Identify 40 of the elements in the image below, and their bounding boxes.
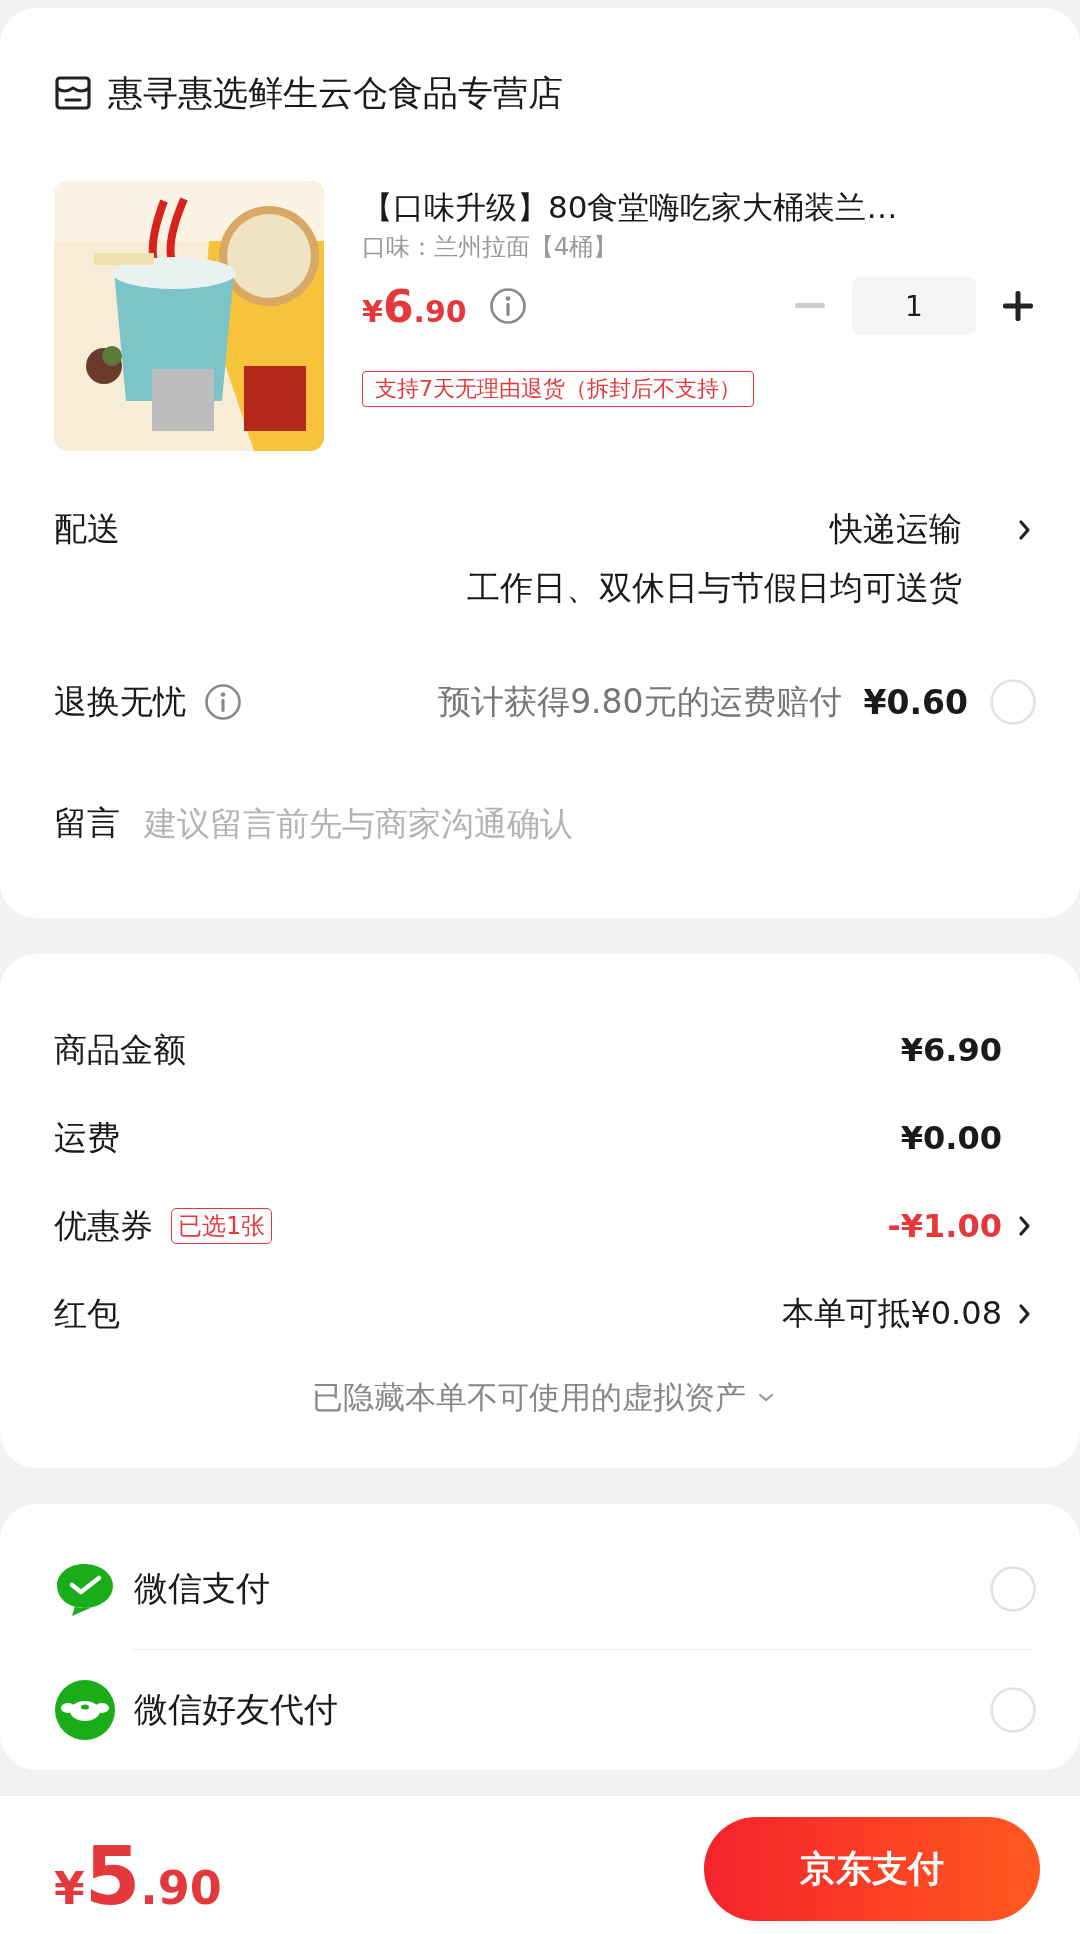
- summary-label: 商品金额: [54, 1028, 186, 1071]
- radio-button[interactable]: [990, 679, 1036, 725]
- summary-label: 运费: [54, 1116, 120, 1159]
- chevron-right-icon: [1018, 1303, 1032, 1325]
- total-price: ¥5.90: [54, 1829, 222, 1923]
- radio-button[interactable]: [990, 1566, 1036, 1612]
- info-icon[interactable]: [488, 287, 527, 325]
- summary-label: 优惠券: [54, 1204, 153, 1247]
- message-label: 留言: [54, 802, 120, 844]
- coupon-tag: 已选1张: [171, 1208, 273, 1244]
- delivery-schedule: 工作日、双休日与节假日均可送货: [467, 567, 962, 609]
- insurance-price: ¥0.60: [863, 682, 968, 722]
- minus-icon: [795, 303, 825, 309]
- store-name[interactable]: 惠寻惠选鲜生云仓食品专营店: [108, 69, 563, 117]
- pay-button[interactable]: 京东支付: [704, 1817, 1040, 1921]
- chevron-right-icon: [1018, 518, 1032, 541]
- chevron-right-icon: [1018, 1215, 1032, 1237]
- payment-method-name[interactable]: 微信支付: [134, 1566, 270, 1612]
- hidden-assets-note[interactable]: 已隐藏本单不可使用的虚拟资产: [312, 1377, 746, 1419]
- radio-button[interactable]: [990, 1687, 1036, 1733]
- mascot-icon: [54, 1679, 116, 1741]
- return-insurance-label: 退换无忧: [54, 680, 186, 723]
- payment-method-name[interactable]: 微信好友代付: [134, 1687, 338, 1733]
- store-icon: [54, 74, 92, 112]
- info-icon[interactable]: [204, 683, 242, 721]
- chevron-down-icon: [758, 1393, 774, 1403]
- quantity-field[interactable]: 1: [852, 277, 976, 335]
- summary-value[interactable]: -¥1.00: [887, 1207, 1002, 1245]
- product-variant: 口味：兰州拉面【4桶】: [362, 232, 619, 263]
- return-policy-tag: 支持7天无理由退货（拆封后不支持）: [362, 371, 754, 407]
- product-price: ¥6.90: [362, 280, 467, 332]
- summary-value: ¥6.90: [900, 1031, 1002, 1069]
- product-title[interactable]: 【口味升级】80食堂嗨吃家大桶装兰…: [362, 187, 1032, 227]
- insurance-description: 预计获得9.80元的运费赔付: [438, 680, 842, 723]
- delivery-label: 配送: [54, 508, 120, 550]
- summary-value[interactable]: 本单可抵¥0.08: [782, 1292, 1002, 1336]
- summary-label: 红包: [54, 1292, 120, 1335]
- summary-value: ¥0.00: [900, 1119, 1002, 1157]
- delivery-method[interactable]: 快递运输: [830, 507, 962, 552]
- plus-icon: [1003, 291, 1033, 321]
